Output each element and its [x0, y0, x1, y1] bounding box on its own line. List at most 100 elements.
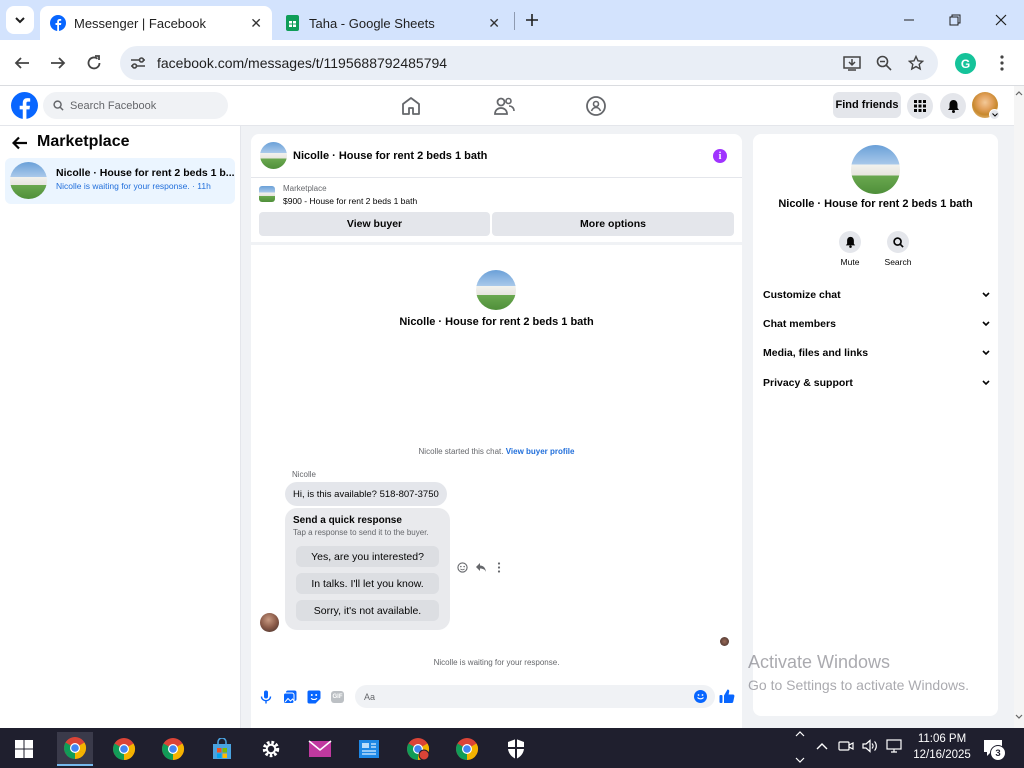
tab-title: Messenger | Facebook	[74, 15, 206, 31]
search-icon	[892, 236, 904, 248]
chrome-icon	[64, 737, 86, 759]
site-info-icon[interactable]	[130, 56, 146, 70]
mute-button[interactable]	[839, 231, 861, 253]
search-placeholder: Search Facebook	[70, 99, 157, 112]
close-tab-icon[interactable]: ✕	[488, 15, 500, 32]
info-button[interactable]: i	[713, 149, 727, 163]
clock-date[interactable]: 12/16/2025	[912, 749, 972, 761]
tray-overflow-icon[interactable]	[816, 742, 828, 750]
chrome-icon	[456, 738, 478, 760]
back-button[interactable]	[10, 51, 34, 75]
scroll-up-icon[interactable]	[1015, 90, 1023, 96]
sender-avatar[interactable]	[260, 613, 279, 632]
listing-divider	[251, 242, 742, 245]
section-media-files[interactable]: Media, files and links	[763, 343, 990, 363]
facebook-search-input[interactable]: Search Facebook	[43, 92, 228, 119]
sticker-button[interactable]	[307, 690, 321, 704]
activate-windows-title: Activate Windows	[748, 652, 891, 672]
nav-friends[interactable]	[493, 96, 515, 116]
bookmark-button[interactable]	[904, 51, 928, 75]
quick-response-button[interactable]: In talks. I'll let you know.	[296, 573, 439, 594]
new-tab-button[interactable]	[520, 8, 544, 32]
section-privacy-support[interactable]: Privacy & support	[763, 373, 990, 393]
close-window-button[interactable]	[986, 8, 1016, 32]
section-chat-members[interactable]: Chat members	[763, 314, 990, 334]
nav-groups[interactable]	[585, 95, 607, 117]
browser-tab-bar: Messenger | Facebook ✕ Taha - Google She…	[0, 0, 1024, 40]
tab-messenger[interactable]: Messenger | Facebook ✕	[40, 6, 272, 40]
taskbar-chrome-4[interactable]	[400, 732, 436, 766]
gif-button[interactable]: GIF	[331, 691, 344, 703]
taskbar-mail[interactable]	[302, 732, 338, 766]
close-tab-icon[interactable]: ✕	[250, 15, 262, 32]
reload-button[interactable]	[82, 51, 106, 75]
more-options-button[interactable]: More options	[492, 212, 734, 236]
install-app-button[interactable]	[840, 51, 864, 75]
forward-button[interactable]	[46, 51, 70, 75]
listing-title[interactable]: $900 - House for rent 2 beds 1 bath	[283, 196, 417, 206]
grammarly-glyph: G	[960, 56, 971, 71]
sheets-favicon-icon	[286, 15, 299, 31]
info-icon: i	[718, 150, 722, 162]
section-customize-chat[interactable]: Customize chat	[763, 285, 990, 305]
taskbar-store[interactable]	[204, 732, 240, 766]
tab-separator	[514, 12, 515, 30]
attach-photo-button[interactable]	[283, 690, 297, 704]
message-bubble[interactable]: Hi, is this available? 518-807-3750	[285, 482, 447, 506]
taskbar-chrome-5[interactable]	[449, 732, 485, 766]
clock-time[interactable]: 11:06 PM	[912, 733, 972, 745]
tab-google-sheets[interactable]: Taha - Google Sheets ✕	[276, 6, 510, 40]
find-friends-button[interactable]: Find friends	[833, 92, 901, 118]
menu-button[interactable]	[907, 93, 933, 119]
taskbar-security[interactable]	[498, 732, 534, 766]
photo-icon	[283, 690, 297, 704]
quick-response-button[interactable]: Sorry, it's not available.	[296, 600, 439, 621]
grammarly-extension-icon[interactable]: G	[955, 53, 976, 74]
search-conversation-button[interactable]	[887, 231, 909, 253]
waiting-notice: Nicolle is waiting for your response.	[433, 658, 560, 667]
bell-icon	[947, 100, 959, 113]
emoji-button[interactable]	[694, 690, 707, 703]
voice-clip-button[interactable]	[260, 690, 272, 704]
browser-menu-button[interactable]	[990, 51, 1014, 75]
sender-name: Nicolle	[292, 470, 317, 479]
taskbar-news[interactable]	[351, 732, 387, 766]
quick-response-button[interactable]: Yes, are you interested?	[296, 546, 439, 567]
chat-header-avatar[interactable]	[260, 142, 287, 169]
minimize-button[interactable]	[894, 8, 924, 32]
zoom-button[interactable]	[872, 51, 896, 75]
view-buyer-button[interactable]: View buyer	[259, 212, 490, 236]
back-arrow-button[interactable]	[12, 136, 28, 150]
taskbar-scroll-up-icon[interactable]	[795, 730, 805, 738]
meet-now-icon[interactable]	[838, 739, 854, 753]
chevron-down-icon	[982, 380, 990, 386]
view-buyer-profile-link[interactable]: View buyer profile	[506, 447, 575, 456]
taskbar-chrome-3[interactable]	[155, 732, 191, 766]
reply-button[interactable]	[475, 562, 487, 573]
scroll-down-icon[interactable]	[1015, 714, 1023, 720]
taskbar-chrome-active[interactable]	[57, 732, 93, 766]
chat-header-title[interactable]: Nicolle · House for rent 2 beds 1 bath	[293, 150, 487, 162]
react-button[interactable]	[457, 562, 468, 573]
volume-icon[interactable]	[862, 739, 878, 753]
like-button[interactable]	[719, 688, 735, 704]
mute-label: Mute	[840, 257, 860, 267]
tab-search-button[interactable]	[6, 6, 34, 34]
message-more-button[interactable]	[497, 562, 501, 573]
notifications-button[interactable]	[940, 93, 966, 119]
taskbar-scroll-down-icon[interactable]	[795, 756, 805, 764]
facebook-logo-icon[interactable]	[11, 92, 38, 119]
nav-home[interactable]	[400, 96, 422, 116]
taskbar-settings[interactable]	[253, 732, 289, 766]
address-bar[interactable]: facebook.com/messages/t/1195688792485794	[120, 46, 938, 80]
account-chevron-icon[interactable]	[989, 109, 1000, 120]
page-scrollbar[interactable]	[1014, 86, 1024, 728]
thread-item[interactable]: Nicolle · House for rent 2 beds 1 b... N…	[5, 158, 235, 204]
start-button[interactable]	[6, 732, 42, 766]
chevron-down-icon	[982, 321, 990, 327]
restore-button[interactable]	[940, 8, 970, 32]
arrow-right-icon	[51, 57, 66, 69]
network-icon[interactable]	[886, 739, 902, 753]
taskbar-chrome-2[interactable]	[106, 732, 142, 766]
message-input[interactable]: Aa	[355, 685, 715, 708]
